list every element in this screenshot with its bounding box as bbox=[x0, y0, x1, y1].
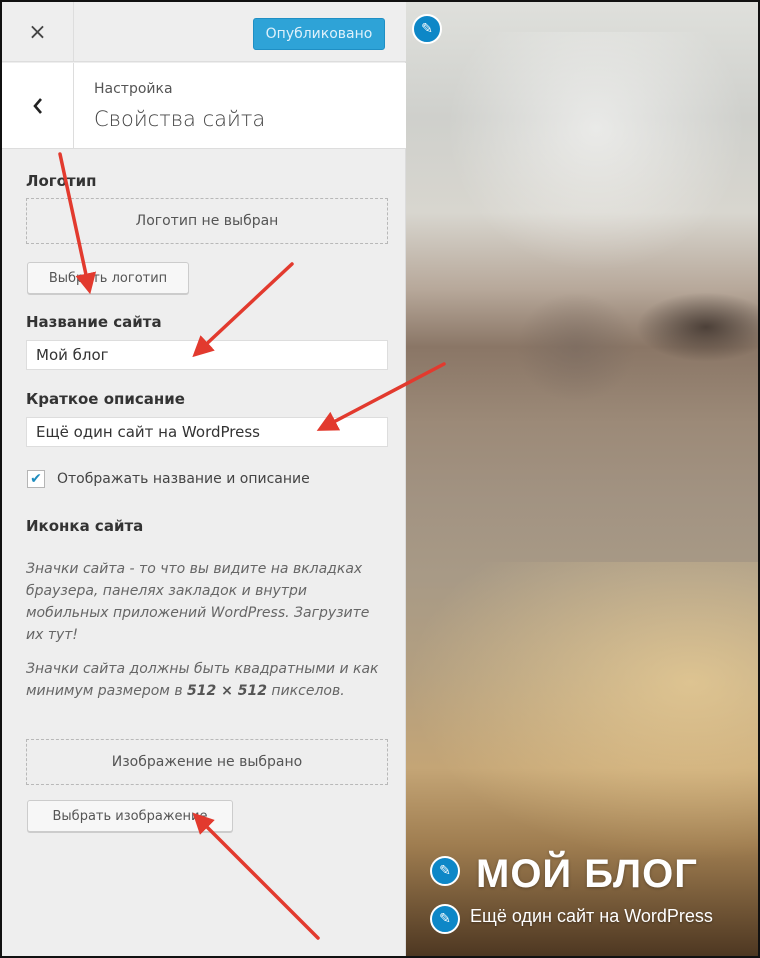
screenshot-frame: × Опубликовано Настройка Свойства сайта … bbox=[0, 0, 760, 958]
section-title: Свойства сайта bbox=[94, 107, 266, 131]
edit-shortcut-title-icon[interactable]: ✎ bbox=[430, 856, 460, 886]
preview-site-title[interactable]: МОЙ БЛОГ bbox=[476, 852, 698, 897]
site-title-label: Название сайта bbox=[26, 313, 162, 331]
chevron-left-icon bbox=[32, 98, 42, 114]
edit-shortcut-header-icon[interactable]: ✎ bbox=[412, 14, 442, 44]
site-icon-placeholder: Изображение не выбрано bbox=[26, 739, 388, 785]
back-button[interactable] bbox=[2, 63, 74, 149]
select-image-button[interactable]: Выбрать изображение bbox=[27, 800, 233, 832]
display-title-label: Отображать название и описание bbox=[57, 471, 310, 487]
display-title-option[interactable]: ✔ Отображать название и описание bbox=[27, 468, 310, 490]
size-note-dimensions: 512 × 512 bbox=[187, 683, 267, 699]
display-title-checkbox[interactable]: ✔ bbox=[27, 470, 45, 488]
size-note-suffix: пикселов. bbox=[271, 683, 345, 699]
logo-label: Логотип bbox=[26, 172, 97, 190]
site-icon-description: Значки сайта - то что вы видите на вклад… bbox=[26, 561, 370, 643]
checkmark-icon: ✔ bbox=[30, 471, 42, 487]
tagline-input[interactable]: Ещё один сайт на WordPress bbox=[26, 417, 388, 447]
edit-shortcut-tagline-icon[interactable]: ✎ bbox=[430, 904, 460, 934]
section-subtitle: Настройка bbox=[94, 81, 173, 97]
site-icon-label: Иконка сайта bbox=[26, 517, 144, 535]
site-icon-size-note: Значки сайта должны быть квадратными и к… bbox=[26, 658, 398, 702]
preview-background-shadow bbox=[636, 292, 758, 362]
select-logo-button[interactable]: Выбрать логотип bbox=[27, 262, 189, 294]
close-button[interactable]: × bbox=[2, 2, 74, 62]
section-header: Настройка Свойства сайта bbox=[2, 63, 406, 149]
customizer-topbar: × Опубликовано bbox=[2, 2, 406, 62]
site-title-input[interactable]: Мой блог bbox=[26, 340, 388, 370]
customizer-sidebar: × Опубликовано Настройка Свойства сайта … bbox=[2, 2, 406, 956]
logo-placeholder: Логотип не выбран bbox=[26, 198, 388, 244]
preview-background-blur bbox=[516, 292, 636, 402]
preview-background-light bbox=[446, 32, 746, 272]
publish-button[interactable]: Опубликовано bbox=[253, 18, 385, 50]
preview-site-tagline[interactable]: Ещё один сайт на WordPress bbox=[470, 906, 713, 927]
site-preview bbox=[406, 2, 758, 956]
tagline-label: Краткое описание bbox=[26, 390, 185, 408]
close-icon: × bbox=[28, 19, 47, 45]
preview-background-table bbox=[406, 562, 758, 862]
